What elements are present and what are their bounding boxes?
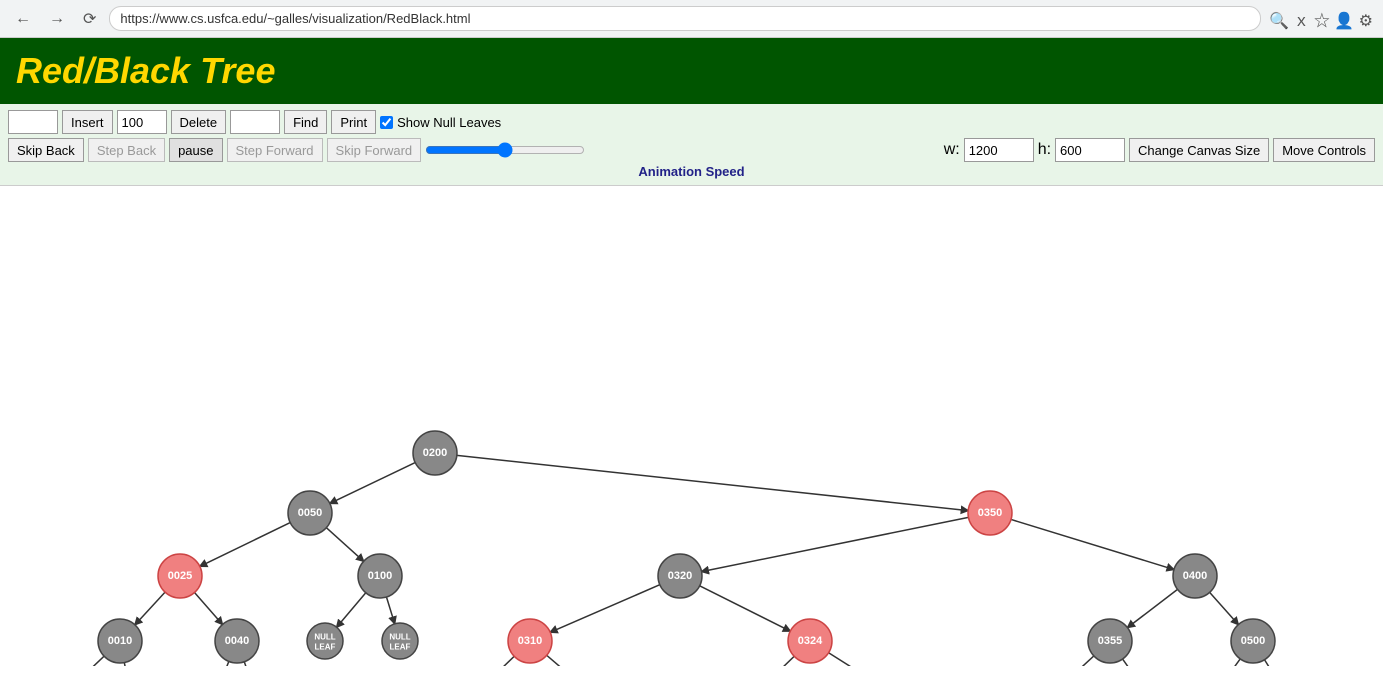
back-button[interactable]: ← [10, 8, 36, 30]
svg-text:0320: 0320 [668, 570, 692, 582]
w-input[interactable] [964, 138, 1034, 162]
tree-canvas: 0200 0050 0350 0025 0100 0320 0400 0010 0040 NULL… [0, 186, 1383, 666]
browser-icons: 🔍 ｘ ☆ 👤 ⚙ [1269, 7, 1373, 31]
svg-text:0050: 0050 [298, 507, 322, 519]
pause-button[interactable]: pause [169, 138, 222, 162]
print-button[interactable]: Print [331, 110, 376, 134]
svg-text:LEAF: LEAF [390, 643, 411, 652]
h-label: h: [1038, 141, 1051, 159]
step-forward-button[interactable]: Step Forward [227, 138, 323, 162]
h-input[interactable] [1055, 138, 1125, 162]
svg-text:0310: 0310 [518, 635, 542, 647]
svg-text:0350: 0350 [978, 507, 1002, 519]
svg-text:0040: 0040 [225, 635, 249, 647]
svg-text:0324: 0324 [798, 635, 823, 647]
reload-button[interactable]: ⟳ [78, 7, 101, 31]
anim-speed-label: Animation Speed [8, 164, 1375, 179]
move-controls-button[interactable]: Move Controls [1273, 138, 1375, 162]
delete-button[interactable]: Delete [171, 110, 227, 134]
delete-input[interactable] [117, 110, 167, 134]
svg-text:0500: 0500 [1241, 635, 1265, 647]
controls-bar: Insert Delete Find Print Show Null Leave… [0, 104, 1383, 186]
controls-row2: Skip Back Step Back pause Step Forward S… [8, 138, 1375, 162]
show-null-checkbox[interactable] [380, 116, 393, 129]
svg-text:LEAF: LEAF [315, 643, 336, 652]
controls-row1: Insert Delete Find Print Show Null Leave… [8, 110, 1375, 134]
svg-text:0010: 0010 [108, 635, 132, 647]
change-canvas-button[interactable]: Change Canvas Size [1129, 138, 1269, 162]
svg-text:0355: 0355 [1098, 635, 1122, 647]
svg-text:NULL: NULL [314, 633, 335, 642]
browser-bar: ← → ⟳ 🔍 ｘ ☆ 👤 ⚙ [0, 0, 1383, 38]
wh-section: w: h: Change Canvas Size Move Controls [944, 138, 1375, 162]
insert-input[interactable] [8, 110, 58, 134]
skip-forward-button[interactable]: Skip Forward [327, 138, 422, 162]
svg-text:0100: 0100 [368, 570, 392, 582]
insert-button[interactable]: Insert [62, 110, 113, 134]
find-button[interactable]: Find [284, 110, 327, 134]
svg-text:0400: 0400 [1183, 570, 1207, 582]
app-header: Red/Black Tree [0, 38, 1383, 104]
speed-slider[interactable] [425, 142, 585, 158]
skip-back-button[interactable]: Skip Back [8, 138, 84, 162]
show-null-label[interactable]: Show Null Leaves [380, 115, 501, 130]
step-back-button[interactable]: Step Back [88, 138, 165, 162]
tree-svg: 0200 0050 0350 0025 0100 0320 0400 0010 0040 NULL… [0, 186, 1383, 666]
svg-text:0025: 0025 [168, 570, 192, 582]
svg-text:NULL: NULL [389, 633, 410, 642]
forward-button[interactable]: → [44, 8, 70, 30]
url-bar[interactable] [109, 6, 1261, 31]
w-label: w: [944, 141, 960, 159]
find-input[interactable] [230, 110, 280, 134]
svg-text:0200: 0200 [423, 447, 447, 459]
app-title: Red/Black Tree [16, 50, 1367, 92]
